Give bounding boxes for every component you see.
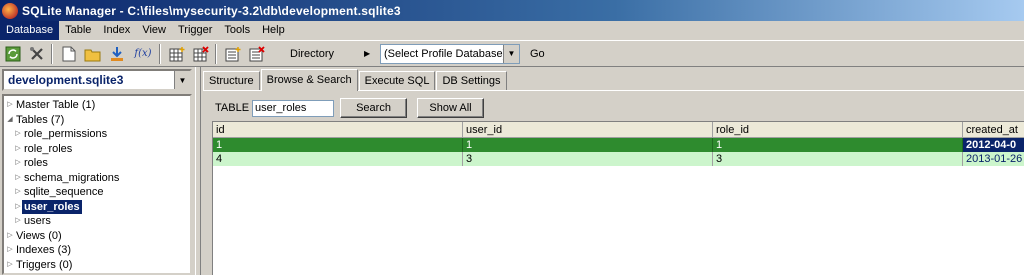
tree-item-label: role_permissions	[24, 128, 108, 140]
expand-arrow-icon[interactable]: ▷	[14, 171, 22, 186]
search-button[interactable]: Search	[340, 98, 408, 118]
tree-item[interactable]: ▷ role_roles	[4, 142, 190, 157]
schema-tree: ▷ Master Table (1) ◢ Tables (7) ▷ role_permis…	[2, 94, 192, 275]
profile-database-select[interactable]: (Select Profile Database) ▼	[380, 43, 520, 64]
table-cell[interactable]: 1	[213, 138, 463, 152]
toolbar-separator	[159, 43, 161, 64]
tree-item[interactable]: ▷ roles	[4, 156, 190, 171]
table-row[interactable]: 1 1 1 2012-04-0	[213, 138, 1024, 152]
database-select-value: development.sqlite3	[8, 73, 124, 87]
tree-item[interactable]: ▷ sqlite_sequence	[4, 185, 190, 200]
expand-arrow-icon[interactable]: ▷	[6, 229, 14, 244]
directory-label[interactable]: Directory	[290, 48, 360, 60]
window-title: SQLite Manager - C:\files\mysecurity-3.2…	[22, 3, 401, 18]
table-label: TABLE	[215, 102, 250, 114]
menu-help[interactable]: Help	[256, 21, 291, 40]
toolbar-separator	[215, 43, 217, 64]
table-cell[interactable]: 1	[463, 138, 713, 152]
open-database-icon[interactable]	[82, 43, 104, 65]
table-cell[interactable]: 2013-01-26	[963, 152, 1024, 166]
toolbar: f(x) Directory ▶ (Select Profile Databas…	[0, 40, 1024, 67]
tree-item[interactable]: ▷ Master Table (1)	[4, 98, 190, 113]
tab-structure[interactable]: Structure	[203, 71, 260, 91]
tree-item-label: Tables (7)	[16, 113, 65, 126]
title-bar: SQLite Manager - C:\files\mysecurity-3.2…	[0, 0, 1024, 21]
show-all-button[interactable]: Show All	[417, 98, 485, 118]
column-header-id[interactable]: id	[213, 122, 463, 138]
tree-item-label: Views (0)	[16, 229, 62, 242]
expand-arrow-icon[interactable]: ▷	[14, 185, 22, 200]
table-cell[interactable]: 3	[463, 152, 713, 166]
expand-arrow-icon[interactable]: ▷	[14, 200, 22, 215]
expand-arrow-icon[interactable]: ▷	[6, 98, 14, 113]
tree-item-label: sqlite_sequence	[24, 186, 104, 198]
tree-item-label: Indexes (3)	[16, 244, 72, 256]
tree-item[interactable]: ▷ role_permissions	[4, 127, 190, 142]
tree-item[interactable]: ◢ Tables (7)	[4, 113, 190, 128]
function-icon[interactable]: f(x)	[130, 43, 156, 65]
import-icon[interactable]	[106, 43, 128, 65]
column-header-user-id[interactable]: user_id	[463, 122, 713, 138]
tree-item-label: schema_migrations	[24, 171, 120, 184]
grid-header-row: id user_id role_id created_at	[213, 122, 1024, 138]
new-database-icon[interactable]	[58, 43, 80, 65]
menu-bar: Database Table Index View Trigger Tools …	[0, 21, 1024, 40]
tree-item-label: role_roles	[24, 142, 73, 155]
menu-trigger[interactable]: Trigger	[172, 21, 218, 40]
create-table-icon[interactable]	[166, 43, 188, 65]
tree-item[interactable]: ▷ user_roles	[4, 199, 190, 215]
tree-item[interactable]: ▷ Indexes (3)	[4, 243, 190, 258]
reconnect-icon[interactable]	[2, 43, 24, 65]
tab-strip: Structure Browse & Search Execute SQL DB…	[203, 69, 508, 91]
menu-index[interactable]: Index	[97, 21, 136, 40]
table-cell[interactable]: 2012-04-0	[963, 138, 1024, 152]
firefox-app-icon	[2, 2, 18, 19]
expand-arrow-icon[interactable]: ▷	[6, 258, 14, 273]
create-index-icon[interactable]	[222, 43, 244, 65]
tree-item-label: roles	[24, 157, 48, 169]
profile-select-value: (Select Profile Database)	[384, 47, 507, 60]
column-header-created-at[interactable]: created_at	[963, 122, 1024, 138]
chevron-down-icon[interactable]: ▼	[174, 71, 190, 89]
panel-splitter[interactable]	[195, 67, 201, 275]
expand-arrow-icon[interactable]: ▷	[6, 243, 14, 258]
drop-table-icon[interactable]	[190, 43, 212, 65]
tree-item-label: users	[24, 215, 51, 227]
table-name-input[interactable]: user_roles	[252, 99, 335, 117]
tree-item-label: user_roles	[22, 199, 82, 214]
menu-tools[interactable]: Tools	[218, 21, 256, 40]
column-header-role-id[interactable]: role_id	[713, 122, 963, 138]
expand-arrow-icon[interactable]: ▷	[14, 127, 22, 142]
menu-table[interactable]: Table	[59, 21, 97, 40]
expand-arrow-icon[interactable]: ▷	[14, 214, 22, 229]
tab-db-settings[interactable]: DB Settings	[436, 71, 507, 91]
expand-arrow-icon[interactable]: ▷	[14, 156, 22, 171]
tree-item[interactable]: ▷ users	[4, 214, 190, 229]
filter-row: TABLE user_roles Search Show All	[215, 98, 485, 118]
tree-item[interactable]: ▷ Views (0)	[4, 229, 190, 244]
collapse-arrow-icon[interactable]: ◢	[6, 113, 14, 128]
tab-browse-search[interactable]: Browse & Search	[260, 69, 358, 91]
table-cell[interactable]: 4	[213, 152, 463, 166]
table-cell[interactable]: 3	[713, 152, 963, 166]
directory-arrow-icon[interactable]: ▶	[364, 49, 374, 58]
table-cell[interactable]: 1	[713, 138, 963, 152]
results-grid: id user_id role_id created_at 1 1 1 2012…	[212, 121, 1024, 275]
drop-index-icon[interactable]	[246, 43, 268, 65]
tree-item-label: Master Table (1)	[16, 99, 96, 111]
toolbar-separator	[51, 43, 53, 64]
menu-database[interactable]: Database	[0, 21, 60, 40]
table-row[interactable]: 4 3 3 2013-01-26	[213, 152, 1024, 166]
settings-icon[interactable]	[26, 43, 48, 65]
database-select[interactable]: development.sqlite3 ▼	[2, 69, 192, 91]
tree-item-label: Triggers (0)	[16, 258, 73, 271]
menu-view[interactable]: View	[136, 21, 172, 40]
go-button[interactable]: Go	[530, 48, 552, 60]
tree-item[interactable]: ▷ schema_migrations	[4, 171, 190, 186]
chevron-down-icon[interactable]: ▼	[503, 44, 519, 63]
tree-item[interactable]: ▷ Triggers (0)	[4, 258, 190, 273]
expand-arrow-icon[interactable]: ▷	[14, 142, 22, 157]
tab-execute-sql[interactable]: Execute SQL	[358, 71, 436, 91]
